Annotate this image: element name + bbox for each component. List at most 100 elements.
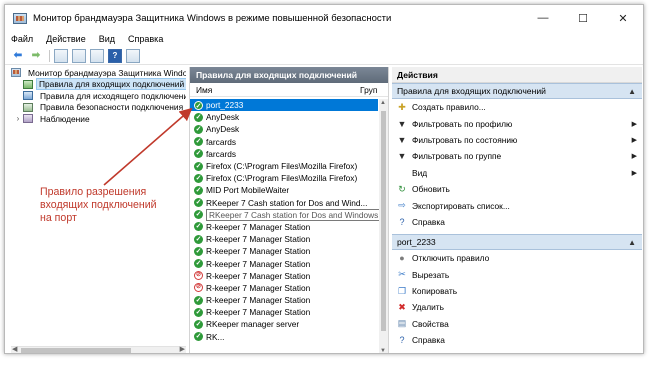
action-item[interactable]: ✚ Создать правило... <box>392 99 642 115</box>
section-title: Правила для входящих подключений <box>397 86 546 96</box>
scroll-up-icon[interactable]: ▲ <box>380 100 386 106</box>
menu-file[interactable]: Файл <box>11 34 33 44</box>
export-list-icon[interactable] <box>90 48 104 63</box>
tree-item-connection-security[interactable]: Правила безопасности подключения <box>11 102 186 114</box>
tree-item-inbound-rules[interactable]: Правила для входящих подключений <box>11 78 186 91</box>
actions-section-inbound[interactable]: Правила для входящих подключений ▲ <box>392 83 642 99</box>
rule-row[interactable]: ✓ farcards <box>190 136 380 148</box>
action-item[interactable]: ↻ Обновить <box>392 181 642 197</box>
scroll-left-icon[interactable]: ◀ <box>12 345 17 353</box>
rule-row[interactable]: ✓ AnyDesk <box>190 111 380 123</box>
rule-name: R-keeper 7 Manager Station <box>206 270 311 281</box>
allowed-rule-icon: ✓ <box>194 137 203 147</box>
rule-row[interactable]: ✓ R-keeper 7 Manager Station <box>190 233 380 245</box>
cut-icon: ✂ <box>398 269 406 280</box>
help-icon[interactable]: ? <box>108 48 122 63</box>
rule-name: farcards <box>206 136 236 147</box>
column-name-header[interactable]: Имя <box>190 85 360 95</box>
action-item[interactable]: ? Справка <box>392 214 642 230</box>
actions-section-rule[interactable]: port_2233 ▲ <box>392 234 642 251</box>
tree-horizontal-scrollbar[interactable]: ◀ ▶ <box>11 345 186 353</box>
menu-action[interactable]: Действие <box>46 34 86 44</box>
menu-help[interactable]: Справка <box>128 34 163 44</box>
rules-column-headers: Имя Груп <box>190 83 388 97</box>
blocked-rule-icon: ⊘ <box>194 271 203 281</box>
show-hide-tree-icon[interactable] <box>72 48 86 63</box>
scrollbar-thumb[interactable] <box>21 348 131 353</box>
rule-row[interactable]: ✓ port_2233 <box>190 99 378 112</box>
rule-row[interactable]: ⊘ R-keeper 7 Manager Station <box>190 282 380 294</box>
allowed-rule-icon: ✓ <box>194 234 203 244</box>
up-folder-icon[interactable] <box>54 48 68 63</box>
action-label: Фильтровать по профилю <box>412 118 513 129</box>
firewall-monitor-icon <box>11 68 21 78</box>
maximize-button[interactable]: ☐ <box>563 5 603 31</box>
allowed-rule-icon: ✓ <box>194 173 203 183</box>
action-label: Справка <box>412 216 445 227</box>
forward-arrow-icon[interactable]: ➡ <box>29 49 43 63</box>
submenu-arrow-icon: ▶ <box>631 136 637 144</box>
action-item[interactable]: ▼ Фильтровать по группе ▶ <box>392 148 642 164</box>
rule-row[interactable]: ✓ Firefox (C:\Program Files\Mozilla Firef… <box>190 172 380 184</box>
rule-row[interactable]: ✓ R-keeper 7 Manager Station <box>190 245 380 257</box>
rule-row[interactable]: ⊘ R-keeper 7 Manager Station <box>190 270 380 282</box>
rule-name: RKeeper manager server <box>206 319 300 330</box>
rule-row[interactable]: ✓ RKeeper 7 Cash station for Dos and Wind… <box>190 197 380 209</box>
rules-vertical-scrollbar[interactable]: ▲ ▼ <box>379 99 388 353</box>
refresh-icon: ↻ <box>398 183 406 194</box>
blocked-rule-icon: ⊘ <box>194 283 203 293</box>
column-group-header[interactable]: Груп <box>360 85 377 95</box>
action-item[interactable]: Вид ▶ <box>392 165 642 181</box>
tree-item-outbound-rules[interactable]: Правила для исходящего подключения <box>11 90 186 102</box>
rule-name: RKeeper 7 Cash station for Dos and Windo… <box>206 208 380 221</box>
rule-row[interactable]: ✓ Firefox (C:\Program Files\Mozilla Firef… <box>190 160 380 172</box>
action-item[interactable]: ⇨ Экспортировать список... <box>392 197 642 213</box>
rule-row[interactable]: ✓ RKeeper 7 Cash station for Dos and Wind… <box>190 208 380 221</box>
allowed-rule-icon: ✓ <box>194 307 203 317</box>
show-hide-actions-icon[interactable] <box>126 48 140 63</box>
action-item[interactable]: ▼ Фильтровать по профилю ▶ <box>392 115 642 131</box>
rule-name: MID Port MobileWaiter <box>206 185 290 196</box>
scrollbar-thumb[interactable] <box>381 111 386 331</box>
rule-name: farcards <box>206 148 236 159</box>
scroll-right-icon[interactable]: ▶ <box>180 345 185 353</box>
tree-root[interactable]: Монитор брандмауэра Защитника Windows <box>11 67 186 79</box>
action-item[interactable]: ✂ Вырезать <box>392 267 642 283</box>
copy-icon: ❐ <box>397 285 407 296</box>
rule-row[interactable]: ✓ MID Port MobileWaiter <box>190 184 380 196</box>
action-item[interactable]: ✖ Удалить <box>392 299 642 315</box>
collapse-caret-icon[interactable]: ▲ <box>628 87 636 96</box>
back-arrow-icon[interactable]: ⬅ <box>11 49 25 63</box>
allowed-rule-icon: ✓ <box>194 319 203 329</box>
allowed-rule-icon: ✓ <box>194 295 203 305</box>
help-icon: ? <box>399 216 405 227</box>
close-button[interactable]: ✕ <box>603 5 643 31</box>
allowed-rule-icon: ✓ <box>194 112 203 122</box>
expand-chevron-icon[interactable]: › <box>13 114 23 123</box>
action-item[interactable]: ▼ Фильтровать по состоянию ▶ <box>392 132 642 148</box>
tree-item-monitoring[interactable]: › Наблюдение <box>11 113 186 125</box>
rule-row[interactable]: ✓ R-keeper 7 Manager Station <box>190 294 380 306</box>
tree-item-label: Правила для исходящего подключения <box>40 90 186 101</box>
rule-name: Firefox (C:\Program Files\Mozilla Firefo… <box>206 173 358 184</box>
filter-icon: ▼ <box>397 151 407 162</box>
rules-pane: Правила для входящих подключений Имя Гру… <box>189 67 389 353</box>
action-item[interactable]: ● Отключить правило <box>392 250 642 266</box>
window-controls: — ☐ ✕ <box>523 5 643 31</box>
rule-row[interactable]: ✓ R-keeper 7 Manager Station <box>190 306 380 318</box>
minimize-button[interactable]: — <box>523 5 563 31</box>
rule-row[interactable]: ✓ farcards <box>190 148 380 160</box>
action-item[interactable]: ❐ Копировать <box>392 283 642 299</box>
rule-row[interactable]: ✓ RKeeper manager server <box>190 318 380 330</box>
rule-row[interactable]: ✓ R-keeper 7 Manager Station <box>190 221 380 233</box>
rules-pane-header: Правила для входящих подключений <box>190 67 388 83</box>
rule-row[interactable]: ✓ R-keeper 7 Manager Station <box>190 257 380 269</box>
action-item[interactable]: ▤ Свойства <box>392 316 642 332</box>
scroll-down-icon[interactable]: ▼ <box>380 348 386 353</box>
rule-row[interactable]: ✓ RK... <box>190 331 380 343</box>
menu-view[interactable]: Вид <box>99 34 115 44</box>
collapse-caret-icon[interactable]: ▲ <box>628 238 636 247</box>
submenu-arrow-icon: ▶ <box>631 120 637 128</box>
rule-row[interactable]: ✓ AnyDesk <box>190 123 380 135</box>
action-item[interactable]: ? Справка <box>392 332 642 348</box>
